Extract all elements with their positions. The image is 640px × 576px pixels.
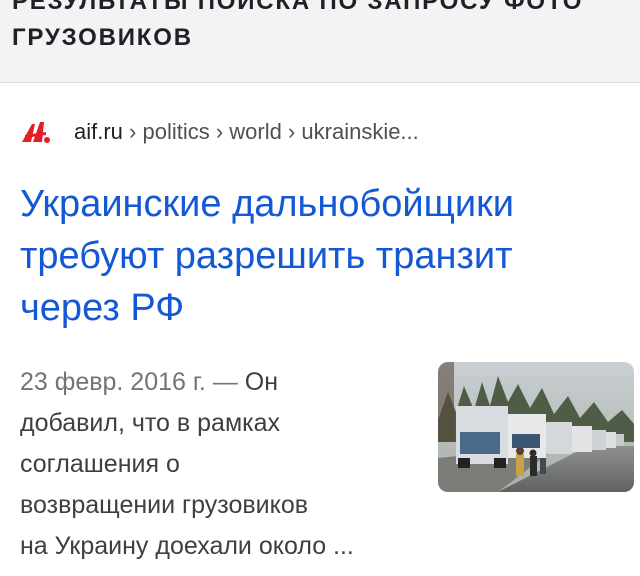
snippet-text: Он [244, 368, 279, 396]
header-line-2: ГРУЗОВИКОВ [12, 24, 193, 51]
snippet-line: возвращении грузовиков [20, 491, 309, 519]
result-snippet: 23 февр. 2016 г. — Он добавил, что в рам… [20, 362, 420, 567]
result-url: aif.ru › politics › world › ukrainskie..… [74, 119, 419, 145]
result-domain: aif.ru [74, 119, 123, 144]
snippet-line: соглашения о [20, 450, 180, 478]
result-title-link[interactable]: Украинские дальнобойщики требуют разреши… [20, 178, 620, 334]
truck-convoy-photo [438, 362, 634, 492]
snippet-line: добавил, что в рамках [20, 409, 281, 437]
title-line: требуют разрешить транзит [20, 235, 513, 277]
aif-logo-icon [22, 122, 50, 143]
title-line: через РФ [20, 287, 185, 329]
result-date: 23 февр. 2016 г. — [20, 368, 245, 396]
header-line-1: РЕЗУЛЬТАТЫ ПОИСКА ПО ЗАПРОСУ ФОТО [12, 0, 584, 15]
results-header: РЕЗУЛЬТАТЫ ПОИСКА ПО ЗАПРОСУ ФОТО ГРУЗОВ… [0, 0, 640, 83]
snippet-line: на Украину доехали около ... [20, 532, 354, 560]
snippet-line: 23 февр. 2016 г. — Он [20, 362, 420, 403]
result-breadcrumb: › politics › world › ukrainskie... [122, 119, 419, 144]
title-line: Украинские дальнобойщики [20, 183, 514, 225]
result-source[interactable]: aif.ru › politics › world › ukrainskie..… [20, 117, 419, 147]
result-thumbnail[interactable] [438, 362, 634, 492]
